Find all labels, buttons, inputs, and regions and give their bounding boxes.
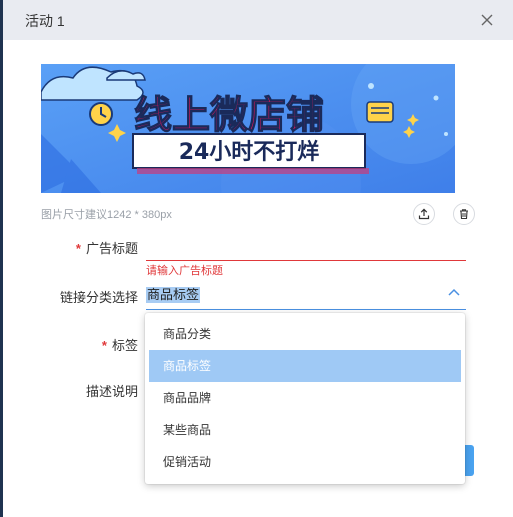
- close-icon[interactable]: [479, 12, 495, 28]
- dropdown-option[interactable]: 某些商品: [149, 414, 461, 446]
- upload-icon: [418, 208, 430, 220]
- link-type-label: 链接分类选择: [59, 290, 138, 305]
- banner-subline: 24小时不打烊: [179, 139, 320, 165]
- image-size-hint: 图片尺寸建议1242 * 380px: [41, 209, 172, 221]
- dialog-header: 活动 1: [3, 0, 513, 40]
- dropdown-option-selected[interactable]: 商品标签: [149, 350, 461, 382]
- submit-button[interactable]: [465, 445, 474, 476]
- link-type-underline: [146, 309, 466, 310]
- dialog-title: 活动 1: [25, 13, 65, 29]
- dropdown-option[interactable]: 商品品牌: [149, 382, 461, 414]
- trash-icon: [460, 209, 468, 220]
- ad-title-label: 广告标题: [85, 241, 138, 256]
- ad-title-error: 请输入广告标题: [146, 265, 223, 277]
- link-type-dropdown: 商品分类 商品标签 商品品牌 某些商品 促销活动: [145, 313, 465, 484]
- ad-title-input[interactable]: [146, 234, 470, 258]
- dropdown-option[interactable]: 促销活动: [149, 446, 461, 478]
- upload-button[interactable]: [413, 203, 435, 225]
- banner-headline: 线上微店铺: [134, 93, 324, 137]
- required-mark: *: [101, 338, 107, 353]
- delete-button[interactable]: [453, 203, 475, 225]
- tag-label: 标签: [111, 338, 138, 353]
- desc-label: 描述说明: [85, 384, 138, 399]
- activity-dialog: 活动 1 线上微店铺 24小时不打烊 图片尺寸建议1242 * 380px * …: [3, 0, 513, 517]
- chevron-up-icon[interactable]: [447, 286, 461, 300]
- tag-label-row: * 标签: [63, 335, 138, 354]
- ad-title-underline: [146, 260, 466, 261]
- dropdown-option[interactable]: 商品分类: [149, 318, 461, 350]
- required-mark: *: [75, 241, 81, 256]
- link-type-select-value[interactable]: 商品标签: [146, 287, 201, 303]
- ad-title-label-row: * 广告标题: [63, 238, 138, 257]
- banner-image: 线上微店铺 24小时不打烊: [41, 64, 455, 193]
